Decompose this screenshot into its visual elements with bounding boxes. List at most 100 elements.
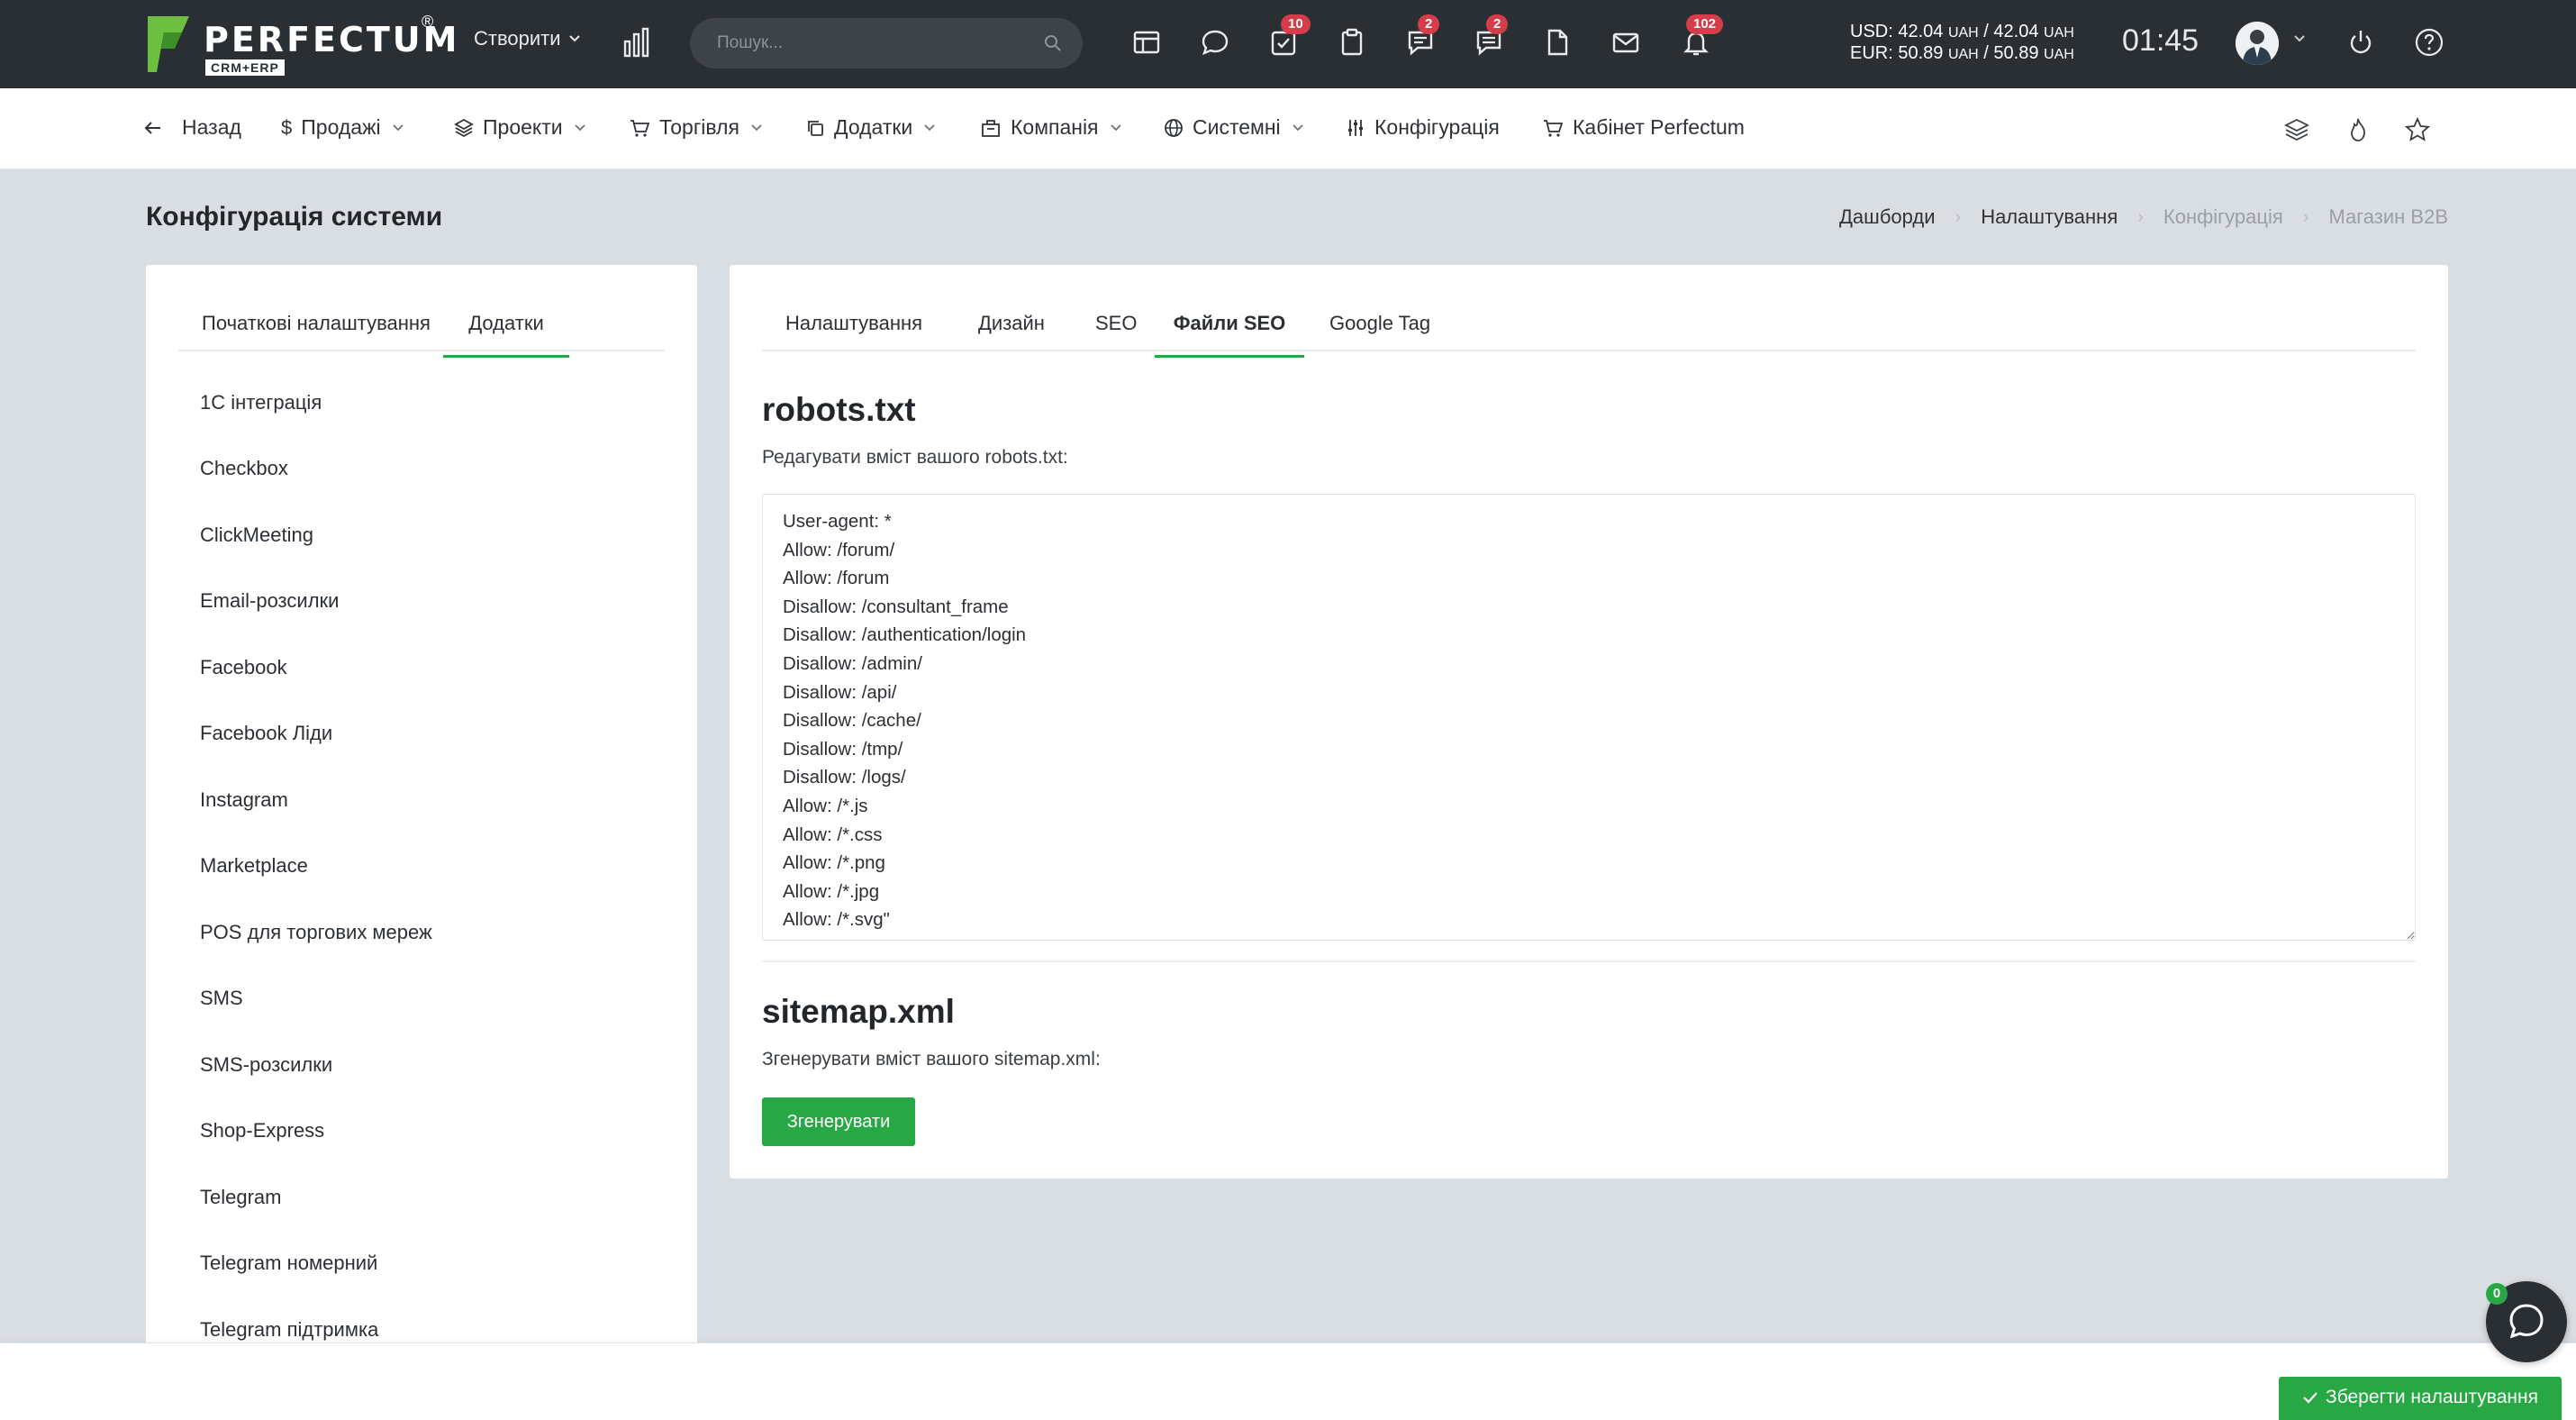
tab-addons[interactable]: Додатки bbox=[443, 312, 569, 358]
list-item[interactable]: SMS bbox=[200, 987, 243, 1010]
nav-projects[interactable]: Проекти bbox=[454, 115, 586, 140]
chevron-down-icon[interactable] bbox=[2293, 34, 2306, 43]
tab-seo-files[interactable]: Файли SEO bbox=[1155, 312, 1304, 358]
power-icon[interactable] bbox=[2345, 27, 2376, 58]
perfectum-logo[interactable]: PERFECTUM CRM+ERP ® bbox=[144, 13, 457, 77]
breadcrumb-dashboards[interactable]: Дашборди bbox=[1839, 205, 1935, 229]
generate-sitemap-button[interactable]: Згенерувати bbox=[762, 1097, 915, 1146]
nav-trade-label: Торгівля bbox=[659, 115, 739, 139]
list-item[interactable]: Instagram bbox=[200, 788, 288, 812]
comments-badge: 2 bbox=[1486, 14, 1509, 34]
main-nav: Назад $ Продажі Проекти Торгівля Додатки… bbox=[0, 88, 2576, 169]
nav-sales[interactable]: $ Продажі bbox=[281, 115, 404, 140]
chevron-down-icon bbox=[574, 123, 585, 131]
chevron-right-icon: › bbox=[1955, 206, 1962, 227]
nav-addons[interactable]: Додатки bbox=[805, 115, 936, 140]
chevron-down-icon bbox=[1110, 123, 1121, 131]
create-label: Створити bbox=[474, 27, 561, 50]
save-settings-button[interactable]: Зберегти налаштування bbox=[2279, 1377, 2562, 1420]
nav-trade[interactable]: Торгівля bbox=[629, 115, 763, 140]
nav-company[interactable]: Компанія bbox=[980, 115, 1122, 140]
bell-icon[interactable]: 102 bbox=[1681, 14, 1724, 58]
nav-config[interactable]: Конфігурація bbox=[1346, 115, 1500, 140]
chats-badge: 2 bbox=[1418, 14, 1440, 34]
list-item[interactable]: Facebook Ліди bbox=[200, 722, 332, 745]
fire-icon[interactable] bbox=[2344, 115, 2372, 144]
tab-seo[interactable]: SEO bbox=[1095, 312, 1137, 355]
breadcrumb-settings[interactable]: Налаштування bbox=[1981, 205, 2118, 229]
arrow-left-icon bbox=[144, 121, 160, 134]
seo-settings-card: Налаштування Дизайн SEO Файли SEO Google… bbox=[730, 265, 2448, 1179]
search-icon[interactable] bbox=[1043, 33, 1063, 53]
list-item[interactable]: Shop-Express bbox=[200, 1119, 324, 1142]
document-icon[interactable] bbox=[1542, 27, 1573, 58]
list-item[interactable]: Email-розсилки bbox=[200, 589, 339, 613]
tab-settings[interactable]: Налаштування bbox=[785, 312, 922, 355]
nav-company-label: Компанія bbox=[1011, 115, 1099, 139]
section-divider bbox=[762, 960, 2416, 962]
copy-icon bbox=[808, 120, 823, 136]
search-input[interactable] bbox=[717, 18, 1032, 68]
user-avatar[interactable] bbox=[2236, 22, 2279, 65]
list-item[interactable]: Facebook bbox=[200, 656, 287, 679]
sitemap-title: sitemap.xml bbox=[762, 993, 955, 1030]
registered-mark-icon: ® bbox=[422, 13, 434, 31]
save-settings-label: Зберегти налаштування bbox=[2326, 1387, 2538, 1407]
chats-icon[interactable]: 2 bbox=[1405, 14, 1440, 58]
mail-icon[interactable] bbox=[1610, 27, 1641, 58]
list-item[interactable]: 1С інтеграція bbox=[200, 391, 322, 414]
list-item[interactable]: Telegram підтримка bbox=[200, 1318, 378, 1342]
list-item[interactable]: Checkbox bbox=[200, 457, 288, 480]
chat-bubble-icon[interactable] bbox=[1200, 27, 1230, 58]
nav-cabinet-label: Кабінет Perfectum bbox=[1573, 115, 1745, 139]
clipboard-icon[interactable] bbox=[1337, 27, 1367, 58]
layers-icon bbox=[454, 118, 474, 137]
check-icon bbox=[2303, 1392, 2317, 1404]
tasks-icon[interactable]: 10 bbox=[1268, 14, 1311, 58]
chevron-down-icon bbox=[392, 123, 404, 131]
notifications-badge: 102 bbox=[1686, 14, 1724, 34]
list-item[interactable]: Marketplace bbox=[200, 854, 308, 878]
chevron-right-icon: › bbox=[2137, 206, 2144, 227]
list-item[interactable]: Telegram номерний bbox=[200, 1252, 377, 1275]
nav-system[interactable]: Системні bbox=[1164, 115, 1304, 140]
robots-textarea[interactable]: User-agent: * Allow: /forum/ Allow: /for… bbox=[762, 494, 2416, 941]
sliders-icon bbox=[1348, 119, 1363, 136]
tab-design[interactable]: Дизайн bbox=[978, 312, 1045, 355]
nav-projects-label: Проекти bbox=[483, 115, 563, 139]
layers-stack-icon[interactable] bbox=[2282, 115, 2311, 144]
help-icon[interactable] bbox=[2414, 27, 2444, 58]
settings-tabs: Налаштування Дизайн SEO Файли SEO Google… bbox=[762, 301, 2416, 358]
sitemap-description: Згенерувати вміст вашого sitemap.xml: bbox=[762, 1049, 1101, 1070]
chevron-down-icon bbox=[568, 35, 580, 42]
nav-back[interactable]: Назад bbox=[144, 115, 241, 140]
breadcrumb: Дашборди › Налаштування › Конфігурація ›… bbox=[1839, 205, 2448, 229]
breadcrumb-config[interactable]: Конфігурація bbox=[2163, 205, 2283, 229]
comments-icon[interactable]: 2 bbox=[1474, 14, 1509, 58]
settings-sidebar-card: Початкові налаштування Додатки 1С інтегр… bbox=[146, 265, 697, 1420]
tab-google-tag[interactable]: Google Tag bbox=[1329, 312, 1430, 355]
bottom-action-bar bbox=[0, 1343, 2576, 1420]
create-menu-button[interactable]: Створити bbox=[474, 27, 581, 50]
nav-cabinet[interactable]: Кабінет Perfectum bbox=[1542, 115, 1745, 140]
building-icon bbox=[982, 119, 1000, 137]
breadcrumb-current: Магазин B2B bbox=[2328, 205, 2448, 228]
star-icon[interactable] bbox=[2403, 115, 2432, 144]
chat-count-badge: 0 bbox=[2486, 1283, 2508, 1305]
chevron-right-icon: › bbox=[2302, 206, 2309, 227]
bar-chart-icon[interactable] bbox=[623, 27, 650, 58]
logo-subtitle: CRM+ERP bbox=[205, 59, 285, 76]
page-title: Конфігурація системи bbox=[146, 202, 443, 232]
chevron-down-icon bbox=[924, 123, 935, 131]
tab-initial-settings[interactable]: Початкові налаштування bbox=[202, 312, 431, 355]
list-item[interactable]: ClickMeeting bbox=[200, 523, 313, 547]
calendar-table-icon[interactable] bbox=[1131, 27, 1162, 58]
list-item[interactable]: SMS-розсилки bbox=[200, 1053, 332, 1077]
chevron-down-icon bbox=[1293, 123, 1303, 131]
list-item[interactable]: POS для торгових мереж bbox=[200, 921, 432, 944]
search-box[interactable] bbox=[690, 18, 1083, 68]
usd-rate: USD: 42.04 UAH / 42.04 UAH bbox=[1850, 22, 2074, 41]
top-header: PERFECTUM CRM+ERP ® Створити 10 2 2 bbox=[0, 0, 2576, 88]
list-item[interactable]: Telegram bbox=[200, 1186, 281, 1209]
tasks-badge: 10 bbox=[1281, 14, 1311, 34]
